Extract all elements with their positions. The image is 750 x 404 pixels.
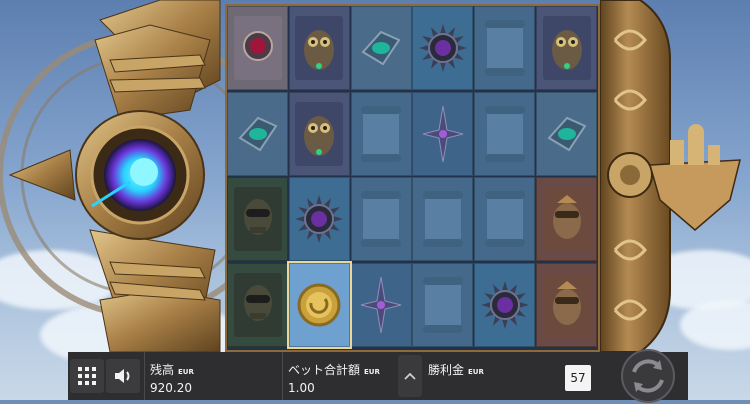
separator xyxy=(144,352,145,400)
reel-cell xyxy=(474,177,536,261)
reel-cell xyxy=(412,6,474,90)
golden-compass-icon xyxy=(297,283,341,326)
scroll-icon xyxy=(484,191,525,247)
chevron-up-icon xyxy=(404,372,416,380)
spin-arrows-icon xyxy=(621,349,675,403)
win-label: 勝利金 EUR xyxy=(428,363,484,377)
compass-star-icon xyxy=(360,276,402,333)
warrior-icon xyxy=(542,272,591,337)
reel-cell xyxy=(227,177,288,261)
bet-expand-button[interactable] xyxy=(398,355,422,397)
warrior-icon xyxy=(542,187,591,251)
menu-button[interactable] xyxy=(70,359,104,393)
reel-cell xyxy=(227,262,288,347)
bet-value: 1.00 xyxy=(288,381,315,395)
reel-cell xyxy=(350,177,412,261)
scroll-icon xyxy=(422,276,463,333)
scroll-icon xyxy=(361,191,402,247)
scroll-icon xyxy=(484,105,525,162)
owl-icon xyxy=(295,16,344,80)
autoplay-count-button[interactable]: 57 xyxy=(565,365,591,391)
reel-cell xyxy=(286,260,352,349)
reel-cell xyxy=(227,91,288,176)
reel-cell xyxy=(412,262,474,347)
left-frame-wings xyxy=(0,0,283,353)
reel-cell xyxy=(288,177,350,261)
reel-cell xyxy=(536,6,597,90)
reel-cell xyxy=(536,91,597,176)
scroll-icon xyxy=(361,105,402,162)
owl-icon xyxy=(295,101,344,166)
emerald-gem-icon xyxy=(546,116,586,151)
autoplay-count: 57 xyxy=(570,371,586,385)
reel-cell xyxy=(474,91,536,176)
reel-cell xyxy=(350,262,412,347)
aviator-icon xyxy=(233,187,282,251)
reel-cell xyxy=(288,6,350,90)
right-frame-airship xyxy=(599,0,750,353)
violet-sun-gem-icon xyxy=(418,24,467,72)
reel-cell xyxy=(412,177,474,261)
reel-cell xyxy=(536,262,597,347)
reel-grid xyxy=(225,4,600,352)
owl-icon xyxy=(542,16,591,80)
reel-cell xyxy=(474,262,536,347)
reel-cell xyxy=(227,6,288,90)
sound-button[interactable] xyxy=(106,359,140,393)
violet-sun-gem-icon xyxy=(295,195,344,243)
reel-cell xyxy=(536,177,597,261)
compass-star-icon xyxy=(422,105,464,162)
scroll-icon xyxy=(422,191,463,247)
bet-label: ベット合計額 EUR xyxy=(288,363,380,377)
reel-cell xyxy=(474,6,536,90)
aviator-icon xyxy=(233,272,282,337)
emerald-gem-icon xyxy=(237,116,277,151)
spin-button[interactable] xyxy=(616,349,680,403)
separator xyxy=(282,352,283,400)
balance-label: 残高 EUR xyxy=(150,363,194,377)
reel-cell xyxy=(350,91,412,176)
scroll-icon xyxy=(484,20,525,76)
violet-sun-gem-icon xyxy=(480,280,529,329)
ruby-gem-icon xyxy=(233,16,282,80)
reel-cell xyxy=(288,91,350,176)
grid-menu-icon xyxy=(78,367,96,385)
reel-cell xyxy=(412,91,474,176)
balance-value: 920.20 xyxy=(150,381,192,395)
speaker-icon xyxy=(115,369,130,383)
reel-cell xyxy=(350,6,412,90)
emerald-gem-icon xyxy=(361,30,401,66)
